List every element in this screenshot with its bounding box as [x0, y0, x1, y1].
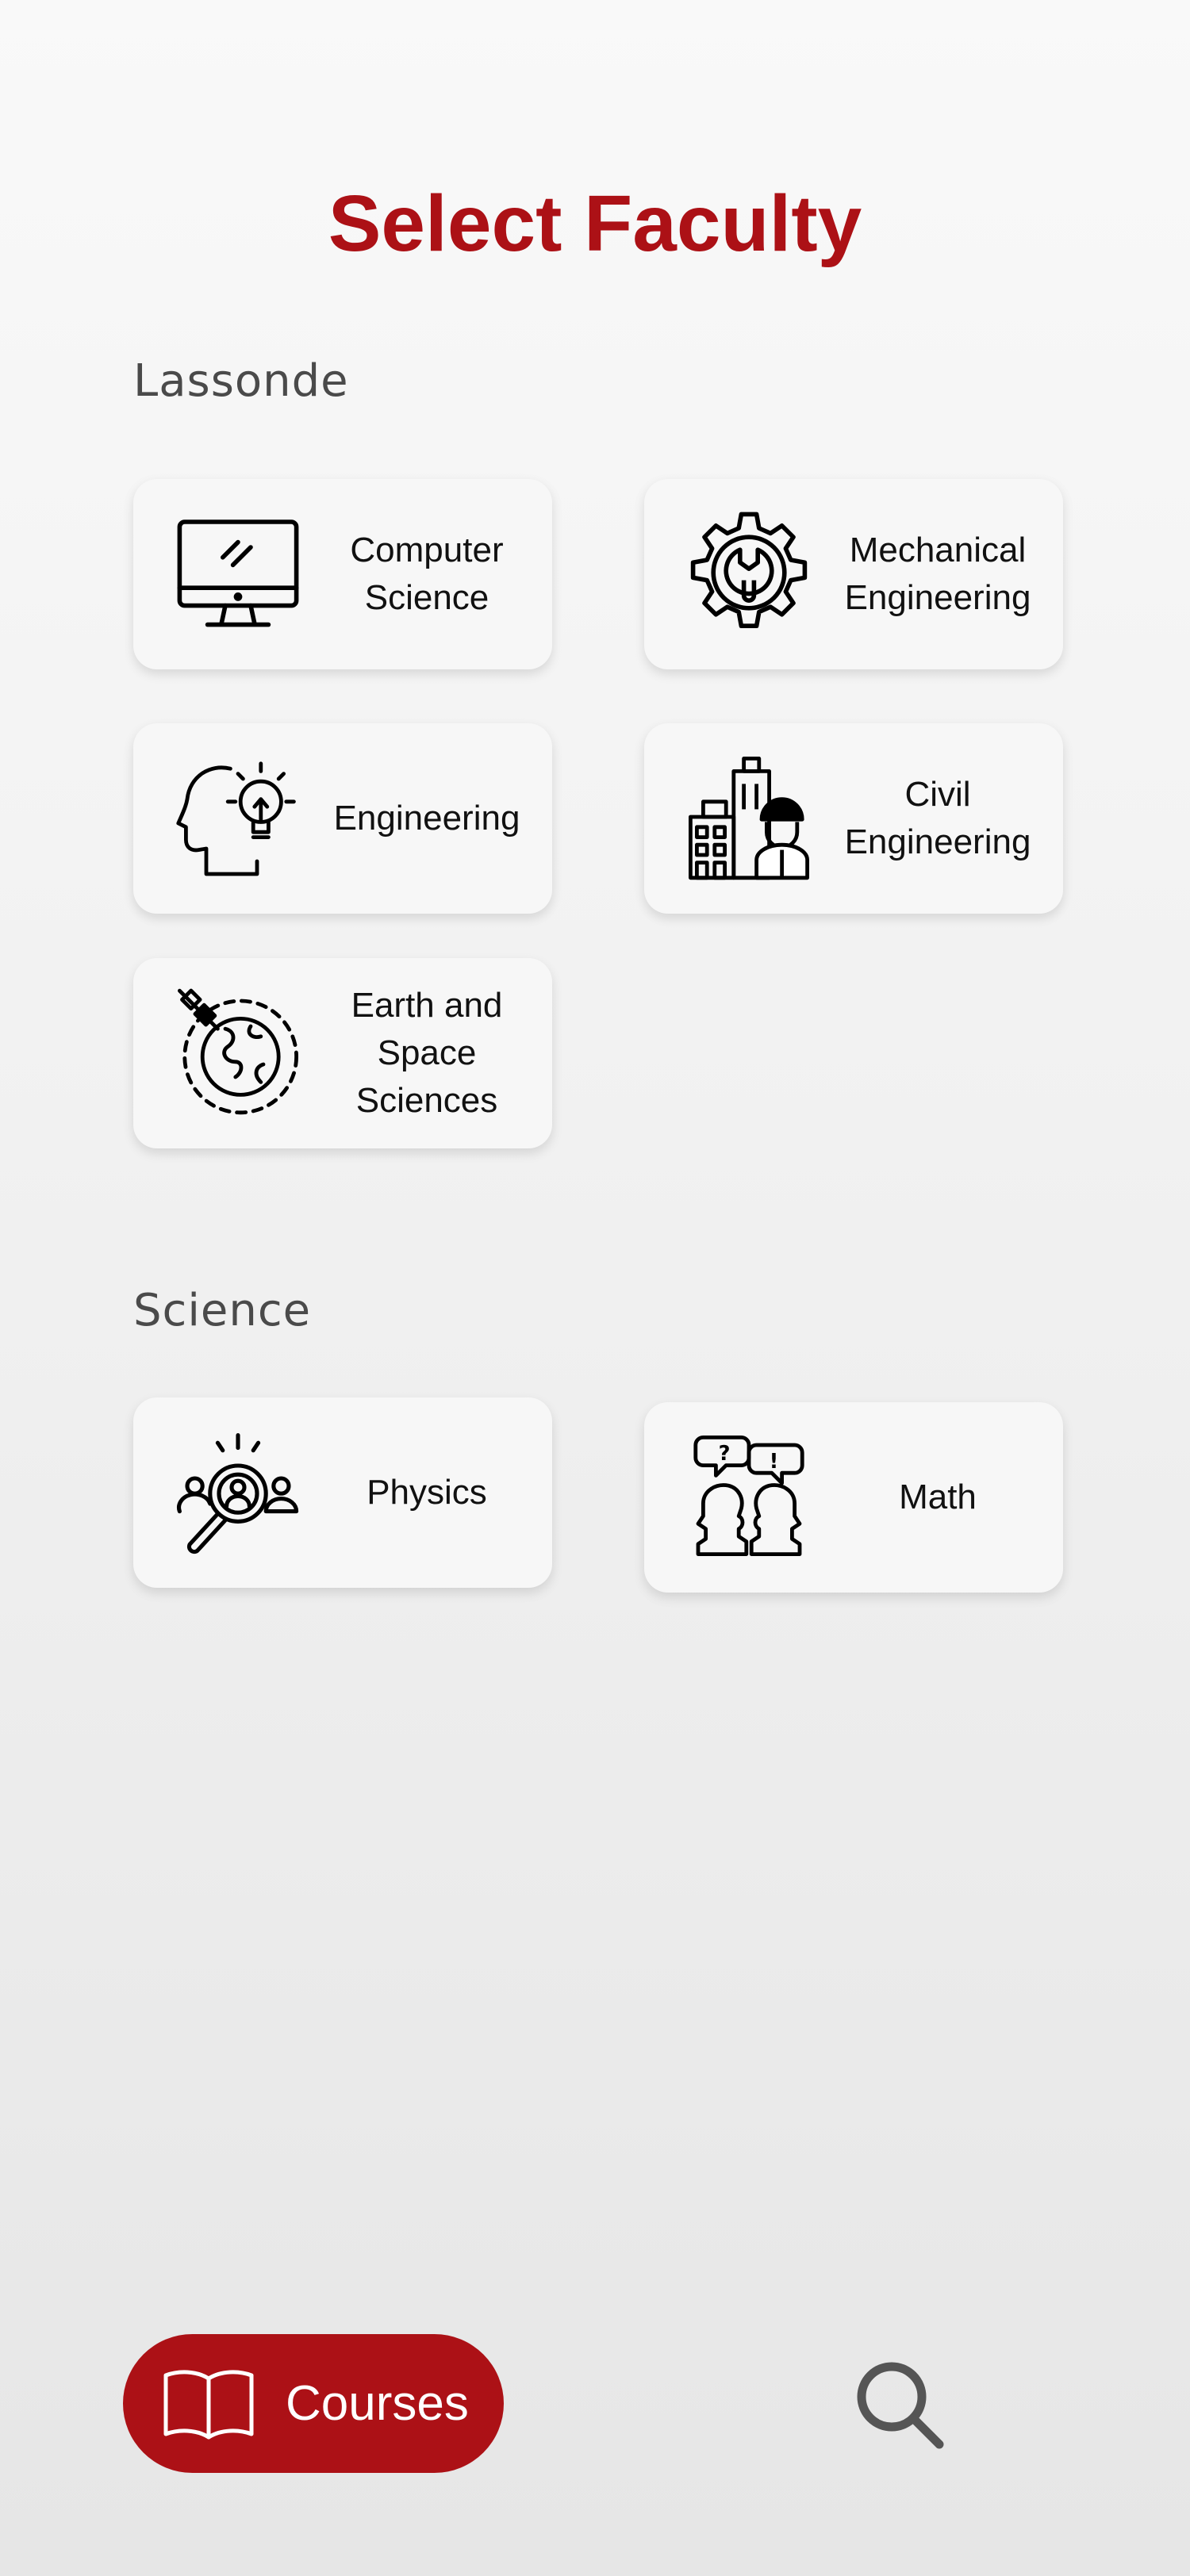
- courses-label: Courses: [286, 2376, 469, 2431]
- faculty-card-civil-engineering[interactable]: Civil Engineering: [644, 723, 1063, 914]
- globe-satellite-icon: [175, 980, 301, 1123]
- magnifier-person-icon: [175, 1420, 301, 1562]
- faculty-label: Earth and Space Sciences: [351, 986, 503, 1120]
- faculty-card-earth-space-sciences[interactable]: Earth and Space Sciences: [133, 958, 552, 1148]
- faculty-card-mechanical-engineering[interactable]: Mechanical Engineering: [644, 479, 1063, 669]
- faculty-label: Engineering: [333, 799, 520, 838]
- head-lightbulb-icon: [175, 746, 301, 888]
- page-title: Select Faculty: [328, 179, 862, 268]
- building-worker-icon: [685, 746, 812, 888]
- people-discussion-icon: ? !: [685, 1424, 812, 1567]
- faculty-card-physics[interactable]: Physics: [133, 1397, 552, 1588]
- svg-text:?: ?: [719, 1442, 731, 1466]
- section-label-science: Science: [133, 1285, 312, 1336]
- svg-text:!: !: [770, 1450, 779, 1474]
- courses-button[interactable]: Courses: [123, 2334, 504, 2473]
- search-icon: [857, 2362, 944, 2449]
- computer-monitor-icon: [175, 501, 301, 644]
- section-label-lassonde: Lassonde: [133, 355, 349, 407]
- faculty-card-computer-science[interactable]: Computer Science: [133, 479, 552, 669]
- faculty-label: Mechanical Engineering: [844, 531, 1031, 617]
- search-button[interactable]: [850, 2356, 954, 2459]
- faculty-card-math[interactable]: ? ! Math: [644, 1402, 1063, 1593]
- faculty-label: Civil Engineering: [844, 775, 1031, 861]
- gear-wrench-icon: [685, 501, 812, 644]
- faculty-label: Math: [899, 1478, 977, 1516]
- faculty-label: Physics: [367, 1473, 487, 1512]
- faculty-label: Computer Science: [350, 531, 504, 617]
- open-book-icon: [163, 2370, 254, 2440]
- faculty-card-engineering[interactable]: Engineering: [133, 723, 552, 914]
